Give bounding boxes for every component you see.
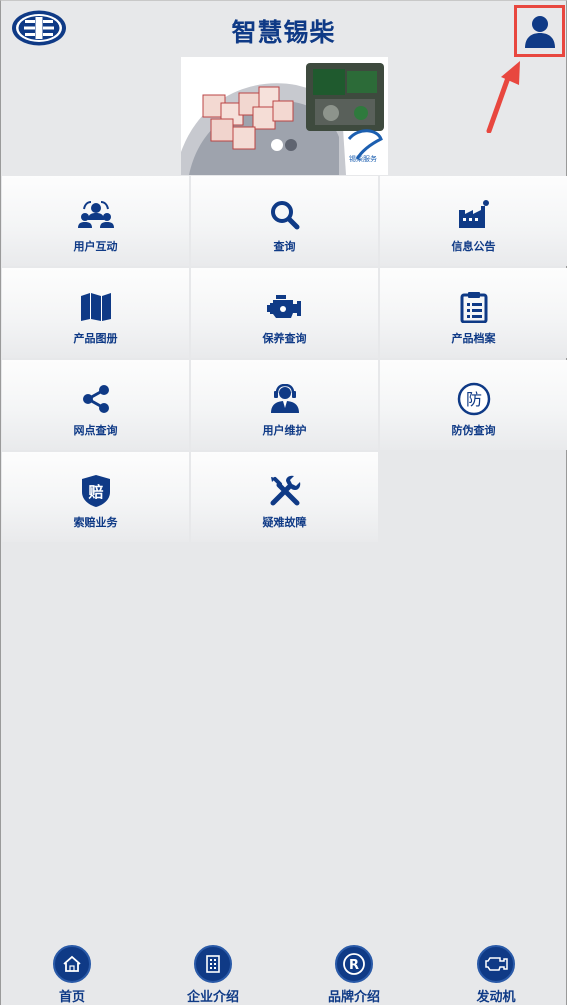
nav-label: 品牌介绍 [327, 990, 380, 1005]
engine-icon [266, 290, 303, 324]
engine-icon [477, 945, 515, 983]
menu-item-label: 网点查询 [73, 424, 118, 437]
nav-company-intro[interactable]: 企业介绍 [168, 945, 258, 1005]
nav-label: 首页 [58, 990, 85, 1005]
user-group-icon [77, 198, 114, 232]
menu-item-user-interaction[interactable]: 用户互动 [2, 176, 189, 266]
clipboard-icon [456, 290, 492, 324]
map-book-icon [78, 290, 114, 324]
svg-text:赔: 赔 [88, 483, 103, 501]
app-screen: 智慧锡柴 锡柴服务 用户互动 查询 信息公告 产品图册 保养查询 产品档案 网点… [0, 0, 567, 1005]
support-agent-icon [267, 382, 303, 416]
menu-item-maintenance-query[interactable]: 保养查询 [191, 268, 378, 358]
menu-item-product-records[interactable]: 产品档案 [380, 268, 567, 358]
menu-item-label: 用户互动 [73, 240, 118, 253]
annotation-arrow-icon [486, 61, 520, 133]
menu-item-label: 信息公告 [451, 240, 496, 253]
factory-icon [456, 198, 492, 232]
menu-item-label: 防伪查询 [451, 424, 496, 437]
share-icon [78, 382, 114, 416]
menu-item-label: 保养查询 [262, 332, 307, 345]
building-icon [194, 945, 232, 983]
bottom-navigation: 首页 企业介绍 R 品牌介绍 发动机 [2, 941, 567, 1005]
profile-button[interactable] [514, 5, 565, 57]
nav-home[interactable]: 首页 [27, 945, 117, 1005]
menu-item-announcements[interactable]: 信息公告 [380, 176, 567, 266]
menu-item-anti-fake-query[interactable]: 防 防伪查询 [380, 360, 567, 450]
page-title: 智慧锡柴 [231, 18, 336, 47]
tools-icon [267, 474, 303, 508]
claim-shield-icon: 赔 [78, 474, 114, 508]
menu-item-label: 产品图册 [73, 332, 118, 345]
home-icon [53, 945, 91, 983]
menu-item-troubleshooting[interactable]: 疑难故障 [191, 452, 378, 542]
menu-item-label: 产品档案 [451, 332, 496, 345]
nav-label: 企业介绍 [186, 990, 239, 1005]
anti-fake-icon: 防 [456, 382, 492, 416]
menu-item-user-maintenance[interactable]: 用户维护 [191, 360, 378, 450]
menu-item-query[interactable]: 查询 [191, 176, 378, 266]
menu-item-label: 查询 [273, 240, 296, 253]
menu-item-product-catalog[interactable]: 产品图册 [2, 268, 189, 358]
menu-item-label: 用户维护 [262, 424, 307, 437]
nav-brand-intro[interactable]: R 品牌介绍 [309, 945, 399, 1005]
svg-text:防: 防 [465, 390, 481, 409]
registered-icon: R [335, 945, 373, 983]
user-icon [524, 16, 555, 48]
svg-text:锡柴服务: 锡柴服务 [349, 154, 377, 163]
menu-item-outlet-query[interactable]: 网点查询 [2, 360, 189, 450]
search-icon [267, 198, 303, 232]
menu-item-claims[interactable]: 赔 索赔业务 [2, 452, 189, 542]
menu-item-label: 疑难故障 [262, 516, 307, 529]
banner-image[interactable]: 锡柴服务 [181, 57, 388, 175]
svg-text:R: R [349, 958, 359, 973]
menu-item-label: 索赔业务 [73, 516, 118, 529]
nav-label: 发动机 [476, 990, 516, 1005]
nav-engine[interactable]: 发动机 [451, 945, 541, 1005]
